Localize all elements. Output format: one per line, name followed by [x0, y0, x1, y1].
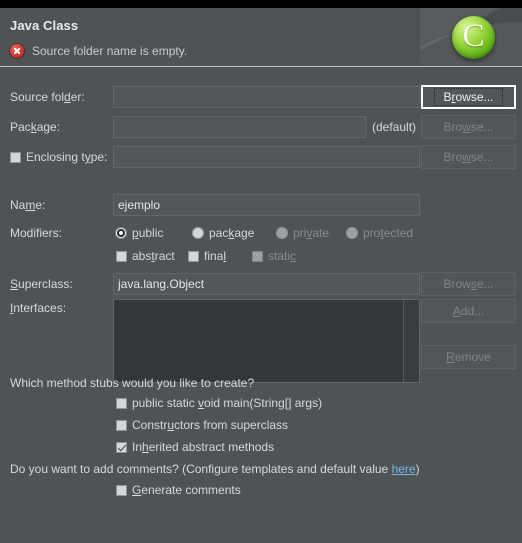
interfaces-add-button[interactable]: Add...: [421, 299, 516, 323]
radio-label: protected: [363, 226, 414, 240]
superclass-input[interactable]: java.lang.Object: [113, 273, 420, 295]
source-folder-browse-button[interactable]: Browse...: [421, 85, 516, 109]
interfaces-row: Interfaces: Add... Remove: [0, 299, 522, 385]
modifier-radio-protected[interactable]: protected: [346, 226, 413, 240]
enclosing-type-checkbox[interactable]: Enclosing type:: [10, 150, 107, 164]
source-folder-label: Source folder:: [10, 90, 85, 104]
enclosing-type-label: Enclosing type:: [26, 150, 108, 164]
checkbox-label: static: [268, 249, 297, 263]
radio-label: package: [209, 226, 255, 240]
wizard-header: Java Class Source folder name is empty. …: [0, 8, 522, 66]
checkbox-label: abstract: [132, 249, 175, 263]
superclass-browse-button[interactable]: Brow s e...: [421, 272, 516, 296]
checkbox-label: final: [204, 249, 227, 263]
interfaces-remove-button[interactable]: Remove: [421, 345, 516, 369]
interfaces-label: Interfaces:: [10, 301, 67, 315]
radio-circle: [115, 227, 127, 239]
status-message-text: Source folder name is empty.: [32, 44, 188, 58]
name-label: Name:: [10, 198, 46, 212]
status-message-row: Source folder name is empty.: [10, 44, 187, 58]
generate-comments-checkbox[interactable]: Generate comments: [116, 483, 241, 497]
enclosing-type-row: Enclosing type: Bro w se...: [0, 145, 522, 169]
source-folder-input[interactable]: [113, 86, 420, 108]
package-label: Package:: [10, 120, 61, 134]
interfaces-list[interactable]: [113, 299, 420, 383]
radio-label: public: [132, 226, 164, 240]
checkbox-box: [116, 397, 127, 409]
radio-circle: [346, 227, 358, 239]
page-title: Java Class: [10, 18, 79, 33]
checkbox-box: [188, 250, 199, 262]
checkbox-box: [10, 151, 21, 163]
superclass-label: Superclass:: [10, 277, 73, 291]
checkbox-box: [252, 250, 263, 262]
configure-templates-link[interactable]: here: [392, 462, 416, 476]
package-browse-button[interactable]: Bro w se...: [421, 115, 516, 139]
modifier-checkbox-static[interactable]: static: [252, 249, 296, 263]
name-row: Name: ejemplo: [0, 194, 522, 216]
checkbox-label: Inherited abstract methods: [132, 440, 275, 454]
radio-circle: [192, 227, 204, 239]
modifiers-checkbox-row: abstract final static: [0, 245, 522, 267]
modifiers-label: Modifiers:: [10, 226, 63, 240]
package-row: Package: (default) Bro w se...: [0, 115, 522, 139]
stub-checkbox-constructors[interactable]: Constructors from superclass: [116, 418, 288, 432]
modifier-checkbox-final[interactable]: final: [188, 249, 226, 263]
package-input[interactable]: [113, 116, 366, 138]
package-default-note: (default): [372, 120, 417, 134]
stub-checkbox-inherited-abstract[interactable]: Inherited abstract methods: [116, 440, 274, 454]
interfaces-list-scrollbar[interactable]: [403, 300, 419, 382]
source-folder-row: Source folder: Browse...: [0, 85, 522, 109]
checkbox-box: [116, 419, 127, 431]
checkbox-box: [116, 441, 127, 453]
eclipse-c-logo-icon: C: [452, 16, 495, 59]
modifier-radio-private[interactable]: private: [276, 226, 329, 240]
checkbox-box: [116, 484, 127, 496]
window-top-strip: [0, 0, 522, 8]
superclass-row: Superclass: java.lang.Object Brow s e...: [0, 272, 522, 296]
logo-letter: C: [462, 18, 485, 54]
radio-circle: [276, 227, 288, 239]
header-separator: [0, 66, 522, 67]
checkbox-label: Generate comments: [132, 483, 241, 497]
enclosing-type-browse-button[interactable]: Bro w se...: [421, 145, 516, 169]
wizard-banner-logo: C: [420, 8, 522, 66]
method-stubs-question: Which method stubs would you like to cre…: [10, 376, 255, 390]
java-class-wizard-dialog: Java Class Source folder name is empty. …: [0, 0, 522, 543]
checkbox-label: public static void main(String[] args): [132, 396, 323, 410]
comments-question: Do you want to add comments? (Configure …: [10, 462, 420, 476]
modifier-checkbox-abstract[interactable]: abstract: [116, 249, 175, 263]
radio-label: private: [293, 226, 330, 240]
error-circle-x-icon: [10, 44, 24, 58]
enclosing-type-input[interactable]: [113, 146, 420, 168]
wizard-body: Source folder: Browse... Package: (defau…: [0, 71, 522, 543]
modifier-radio-public[interactable]: public: [115, 226, 163, 240]
checkbox-label: Constructors from superclass: [132, 418, 289, 432]
stub-checkbox-main-method[interactable]: public static void main(String[] args): [116, 396, 322, 410]
modifiers-radio-row: Modifiers: public package private protec…: [0, 222, 522, 244]
checkbox-box: [116, 250, 127, 262]
name-input[interactable]: ejemplo: [113, 194, 420, 216]
modifier-radio-package[interactable]: package: [192, 226, 254, 240]
